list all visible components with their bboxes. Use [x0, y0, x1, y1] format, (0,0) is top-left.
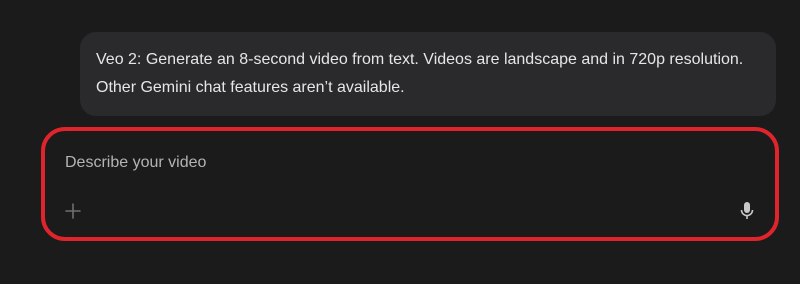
microphone-icon — [740, 202, 754, 219]
prompt-input[interactable] — [65, 151, 665, 175]
prompt-input-container — [41, 127, 779, 241]
model-info-banner: Veo 2: Generate an 8-second video from t… — [80, 32, 776, 116]
banner-line-2: Other Gemini chat features aren’t availa… — [96, 79, 405, 96]
banner-line-1: Veo 2: Generate an 8-second video from t… — [96, 51, 744, 68]
plus-icon — [65, 203, 81, 219]
veo-chat-screen: Veo 2: Generate an 8-second video from t… — [0, 0, 800, 284]
add-attachment-button[interactable] — [61, 199, 85, 223]
microphone-button[interactable] — [735, 199, 759, 223]
